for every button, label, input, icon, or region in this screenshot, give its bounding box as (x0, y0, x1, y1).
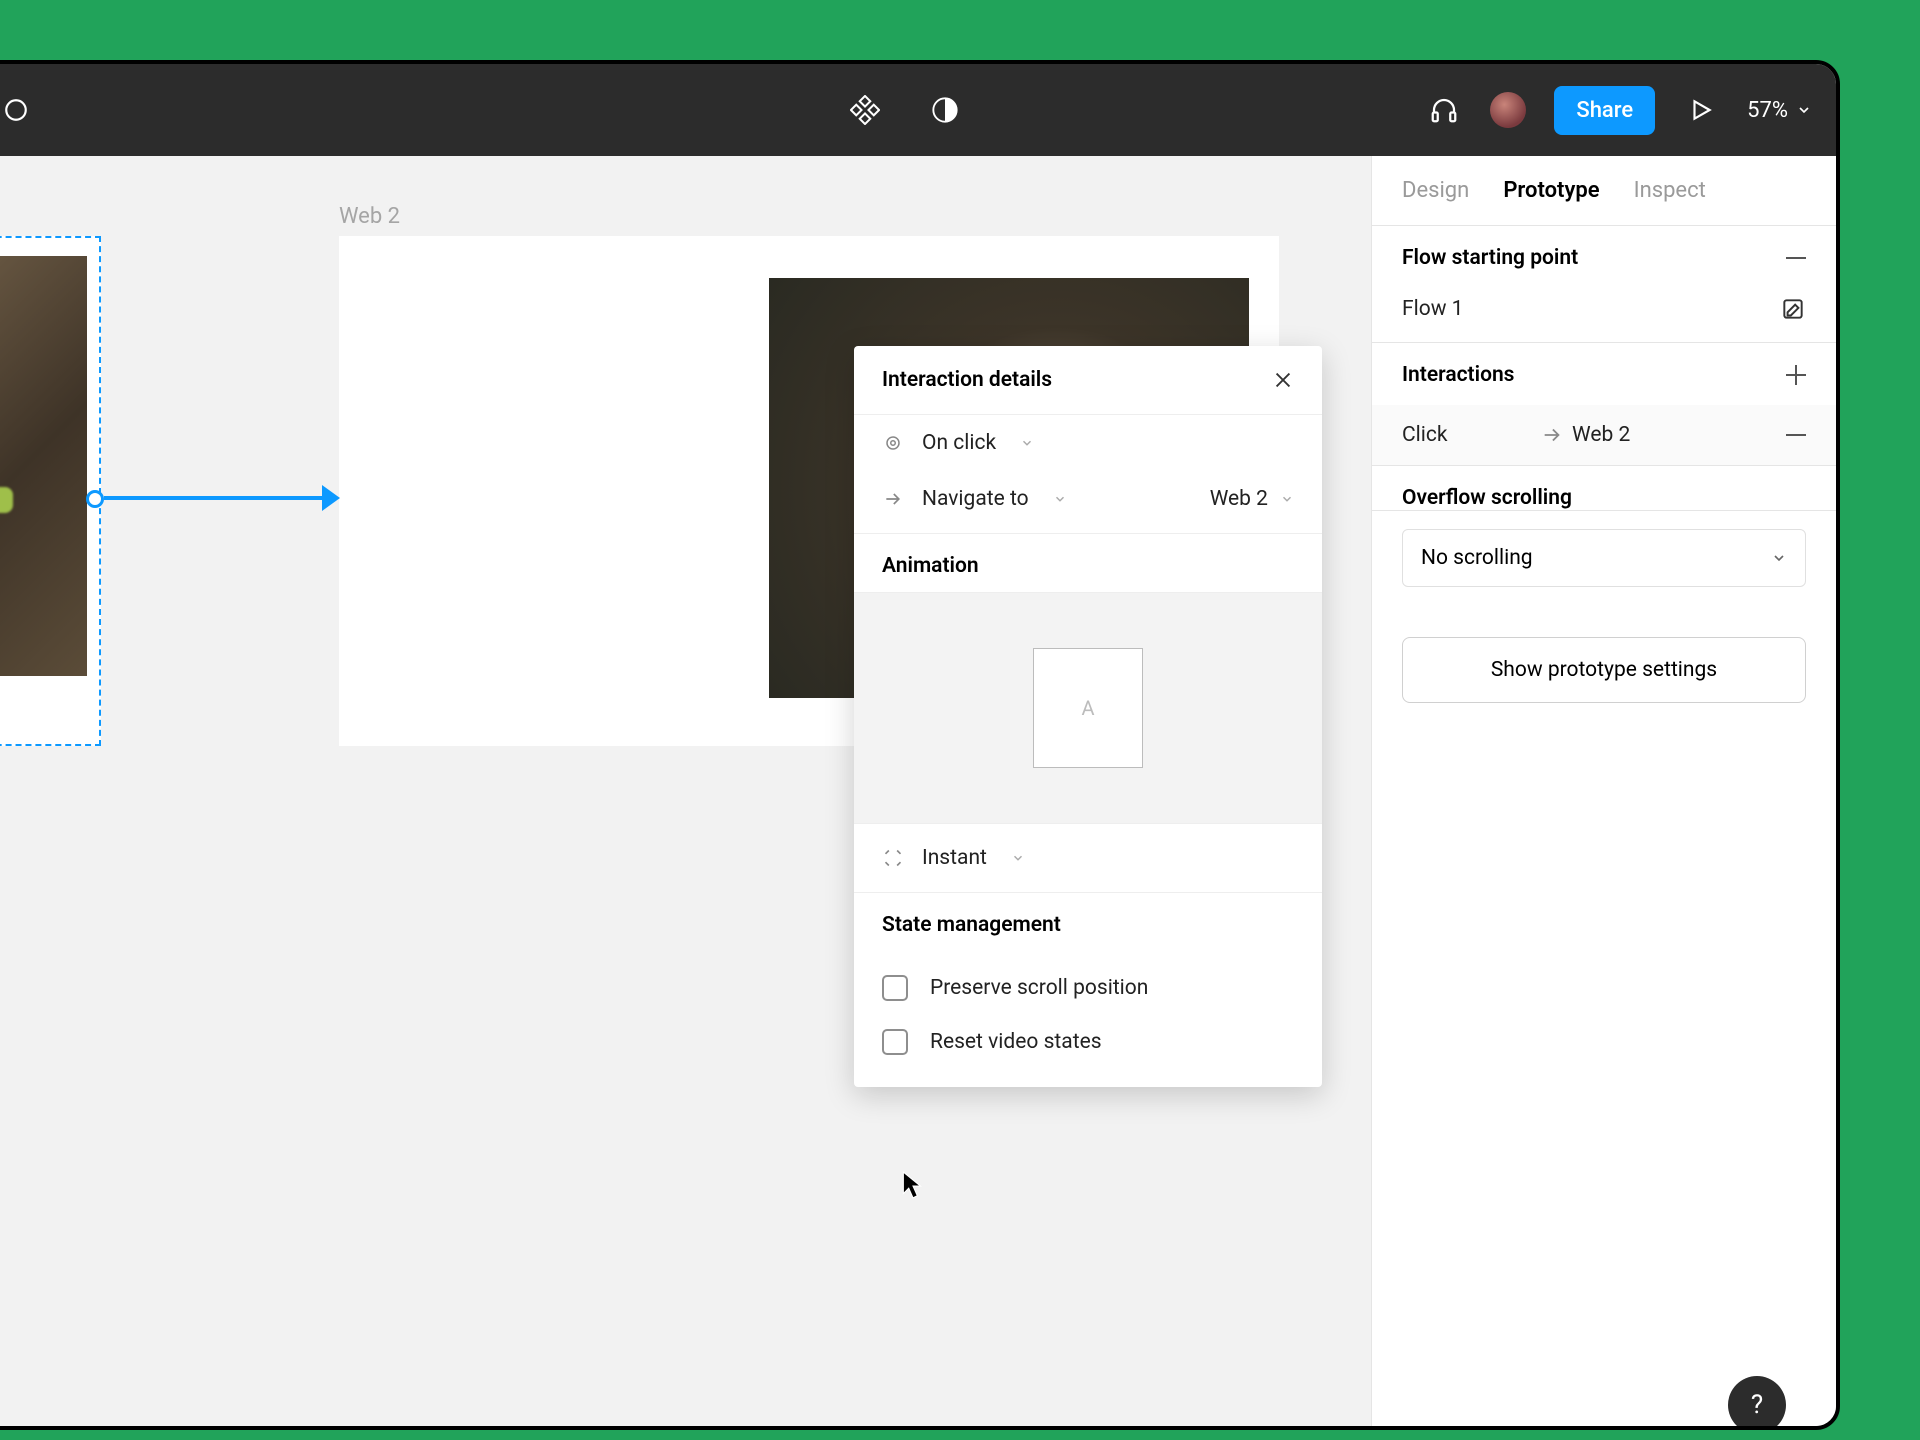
close-icon[interactable] (1272, 369, 1294, 391)
image-placeholder (0, 256, 87, 676)
share-button[interactable]: Share (1554, 86, 1655, 135)
interaction-destination-label: Web 2 (1572, 423, 1786, 447)
reset-video-label: Reset video states (930, 1030, 1102, 1054)
flow-section-title: Flow starting point (1402, 246, 1578, 270)
chevron-down-icon (1053, 492, 1067, 506)
target-icon (882, 432, 904, 454)
headphones-icon[interactable] (1426, 92, 1462, 128)
trigger-dropdown[interactable]: On click (854, 415, 1322, 471)
connection-arrow-icon (322, 485, 340, 511)
preserve-scroll-checkbox[interactable]: Preserve scroll position (854, 961, 1322, 1015)
interactions-section-title: Interactions (1402, 363, 1514, 387)
topbar: Share 57% (0, 64, 1836, 156)
checkbox-unchecked-icon (882, 1029, 908, 1055)
reset-video-checkbox[interactable]: Reset video states (854, 1015, 1322, 1069)
chevron-down-icon (1011, 851, 1025, 865)
animation-section-label: Animation (854, 533, 1322, 592)
overflow-value: No scrolling (1421, 546, 1533, 570)
overflow-section-title: Overflow scrolling (1402, 486, 1806, 510)
checkbox-unchecked-icon (882, 975, 908, 1001)
chevron-down-icon (1280, 492, 1294, 506)
action-row[interactable]: Navigate to Web 2 (854, 471, 1322, 533)
components-icon[interactable] (847, 92, 883, 128)
popover-title: Interaction details (882, 368, 1052, 392)
overflow-scrolling-dropdown[interactable]: No scrolling (1402, 529, 1806, 587)
trigger-label: On click (922, 431, 996, 455)
present-icon[interactable] (1683, 92, 1719, 128)
show-prototype-settings-button[interactable]: Show prototype settings (1402, 637, 1806, 703)
tab-design[interactable]: Design (1402, 178, 1469, 203)
edit-flow-icon[interactable] (1780, 296, 1806, 322)
chevron-down-icon (1771, 550, 1787, 566)
avatar[interactable] (1490, 92, 1526, 128)
flow-name[interactable]: Flow 1 (1402, 297, 1463, 321)
destination-dropdown[interactable]: Web 2 (1210, 487, 1294, 511)
connection-line[interactable] (104, 496, 328, 500)
animation-preview: A (854, 592, 1322, 824)
right-panel: Design Prototype Inspect Flow starting p… (1371, 156, 1836, 1426)
tab-prototype[interactable]: Prototype (1503, 178, 1599, 203)
transition-dropdown[interactable]: Instant (854, 824, 1322, 893)
help-button[interactable]: ? (1728, 1376, 1786, 1430)
canvas[interactable]: Web 2 Interaction details (0, 156, 1371, 1426)
frame-web1-selected[interactable] (0, 236, 101, 746)
zoom-value: 57% (1747, 98, 1788, 123)
app-window: Share 57% Web 2 Intera (0, 60, 1840, 1430)
tab-inspect[interactable]: Inspect (1634, 178, 1706, 203)
arrow-right-icon (1532, 424, 1572, 446)
overflow-section: Overflow scrolling (1372, 466, 1836, 511)
main: Web 2 Interaction details (0, 156, 1836, 1426)
mask-icon[interactable] (927, 92, 963, 128)
back-icon[interactable] (0, 92, 34, 128)
interaction-trigger-label: Click (1402, 423, 1532, 447)
action-label: Navigate to (922, 487, 1029, 511)
transition-label: Instant (922, 846, 987, 870)
cursor-icon (900, 1170, 926, 1196)
preserve-scroll-label: Preserve scroll position (930, 976, 1148, 1000)
flow-section: Flow starting point Flow 1 (1372, 226, 1836, 343)
animation-preview-box: A (1033, 648, 1143, 768)
chevron-down-icon (1020, 436, 1034, 450)
instant-icon (882, 847, 904, 869)
remove-flow-button[interactable] (1786, 257, 1806, 259)
state-management-label: State management (854, 893, 1322, 951)
interaction-details-popover: Interaction details On click (854, 346, 1322, 1087)
remove-interaction-button[interactable] (1786, 434, 1806, 436)
interactions-section: Interactions (1372, 343, 1836, 405)
arrow-right-icon (882, 488, 904, 510)
destination-label: Web 2 (1210, 487, 1268, 511)
zoom-control[interactable]: 57% (1747, 98, 1812, 123)
connection-node[interactable] (86, 490, 104, 508)
frame-label[interactable]: Web 2 (339, 204, 400, 229)
chevron-down-icon (1796, 102, 1812, 118)
panel-tabs: Design Prototype Inspect (1372, 156, 1836, 226)
add-interaction-button[interactable] (1786, 365, 1806, 385)
interaction-item[interactable]: Click Web 2 (1372, 405, 1836, 466)
